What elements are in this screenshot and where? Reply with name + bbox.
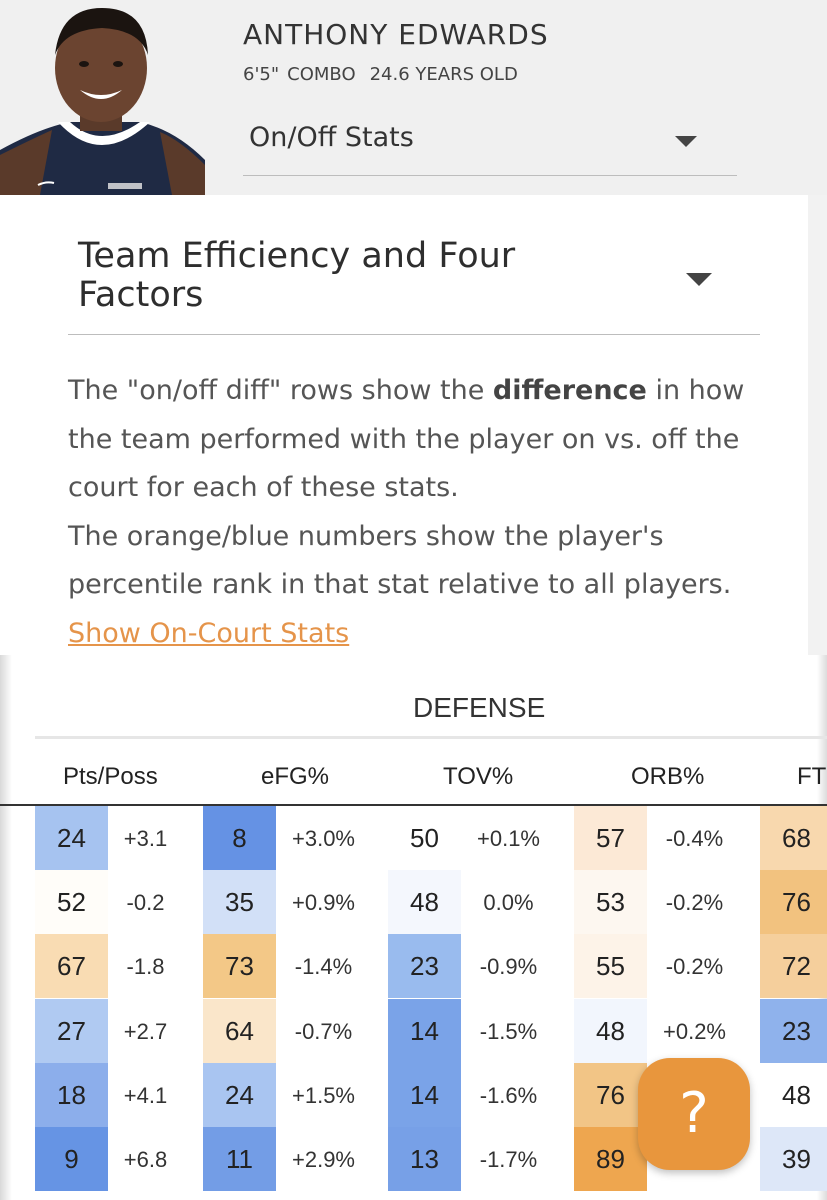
percentile-rank-cell: 68 (760, 806, 827, 870)
player-age: 24.6 YEARS OLD (369, 64, 518, 85)
on-off-diff-cell: -0.7% (294, 1018, 353, 1044)
view-select-dropdown[interactable]: On/Off Stats (243, 110, 737, 176)
on-off-diff-cell: -0.2 (126, 890, 165, 916)
on-off-diff-cell: +0.2% (663, 1018, 726, 1044)
percentile-rank-cell: 35 (203, 870, 276, 935)
on-off-diff-cell: +3.1 (123, 826, 168, 851)
help-button[interactable]: ? (638, 1058, 750, 1170)
column-header: eFG% (261, 763, 330, 790)
stats-card: Team Efficiency and Four Factors The "on… (0, 195, 808, 655)
percentile-rank-cell: 14 (388, 1062, 461, 1127)
divider (35, 736, 827, 739)
percentile-rank-cell: 73 (203, 934, 276, 999)
percentile-rank-cell: 8 (203, 806, 276, 870)
player-meta: 6'5" COMBO 24.6 YEARS OLD (243, 64, 518, 85)
percentile-rank-cell: 23 (388, 934, 461, 999)
show-on-court-stats-link[interactable]: Show On-Court Stats (68, 618, 349, 649)
on-off-diff-cell: +0.1% (477, 826, 540, 851)
on-off-diff-cell: -1.8 (126, 954, 165, 980)
percentile-rank-cell: 53 (574, 870, 647, 935)
percentile-rank-cell: 72 (760, 934, 827, 999)
on-off-diff-cell: +2.7 (123, 1018, 168, 1044)
percentile-rank-cell: 14 (388, 998, 461, 1063)
percentile-rank-cell: 48 (388, 870, 461, 935)
percentile-rank-cell: 64 (203, 998, 276, 1063)
chevron-down-icon (686, 273, 712, 286)
on-off-diff-cell: +0.9% (292, 890, 355, 916)
percentile-rank-cell: 50 (388, 806, 461, 870)
percentile-rank-cell: 11 (203, 1127, 276, 1191)
view-select-value: On/Off Stats (249, 122, 414, 153)
percentile-rank-cell: 48 (760, 1062, 827, 1127)
description-part: The orange/blue numbers show the player'… (68, 520, 732, 601)
on-off-diff-cell: +4.1 (123, 1082, 168, 1108)
percentile-rank-cell: 48 (574, 998, 647, 1063)
stat-category-dropdown[interactable]: Team Efficiency and Four Factors (68, 235, 760, 335)
question-mark-icon: ? (679, 1081, 709, 1146)
on-off-diff-cell: +6.8 (123, 1147, 168, 1172)
on-off-diff-cell: -0.2% (665, 890, 724, 916)
on-off-diff-cell: +2.9% (292, 1147, 355, 1172)
percentile-rank-cell: 9 (35, 1127, 108, 1191)
percentile-rank-cell: 27 (35, 998, 108, 1063)
percentile-rank-cell: 18 (35, 1062, 108, 1127)
chevron-down-icon (675, 136, 697, 147)
player-header: ANTHONY EDWARDS 6'5" COMBO 24.6 YEARS OLD … (0, 0, 827, 195)
description-part: The "on/off diff" rows show the (68, 375, 493, 406)
percentile-rank-cell: 24 (35, 806, 108, 870)
scroll-shadow-left (0, 655, 12, 1200)
on-off-diff-cell: -0.2% (665, 954, 724, 980)
percentile-rank-cell: 39 (760, 1127, 827, 1191)
on-off-diff-cell: +1.5% (292, 1082, 355, 1108)
section-title: DEFENSE (413, 692, 546, 723)
percentile-rank-cell: 76 (760, 870, 827, 935)
column-header: TOV% (443, 763, 514, 790)
percentile-rank-cell: 55 (574, 934, 647, 999)
description-text: The "on/off diff" rows show the differen… (68, 367, 768, 658)
on-off-diff-cell: 0.0% (483, 890, 534, 916)
percentile-rank-cell: 13 (388, 1127, 461, 1191)
column-header: ORB% (631, 763, 705, 790)
percentile-rank-cell: 89 (574, 1127, 647, 1191)
player-name: ANTHONY EDWARDS (243, 18, 549, 51)
on-off-diff-cell: -1.6% (479, 1082, 538, 1108)
player-height: 6'5" (243, 64, 280, 85)
percentile-rank-cell: 67 (35, 934, 108, 999)
on-off-diff-cell: -1.4% (294, 954, 353, 980)
percentile-rank-cell: 57 (574, 806, 647, 870)
on-off-diff-cell: +3.0% (292, 826, 355, 851)
on-off-diff-cell: -1.5% (479, 1018, 538, 1044)
percentile-rank-cell: 76 (574, 1062, 647, 1127)
on-off-diff-cell: -0.9% (479, 954, 538, 980)
stat-category-value: Team Efficiency and Four Factors (78, 236, 516, 315)
on-off-diff-cell: -0.4% (665, 826, 724, 851)
percentile-rank-cell: 52 (35, 870, 108, 935)
description-emphasis: difference (492, 375, 647, 406)
column-header: FT (797, 763, 827, 790)
player-avatar (0, 0, 205, 195)
on-off-diff-cell: -1.7% (479, 1147, 538, 1172)
percentile-rank-cell: 24 (203, 1062, 276, 1127)
percentile-rank-cell: 23 (760, 998, 827, 1063)
column-header: Pts/Poss (63, 763, 158, 790)
player-position: COMBO (287, 64, 356, 85)
